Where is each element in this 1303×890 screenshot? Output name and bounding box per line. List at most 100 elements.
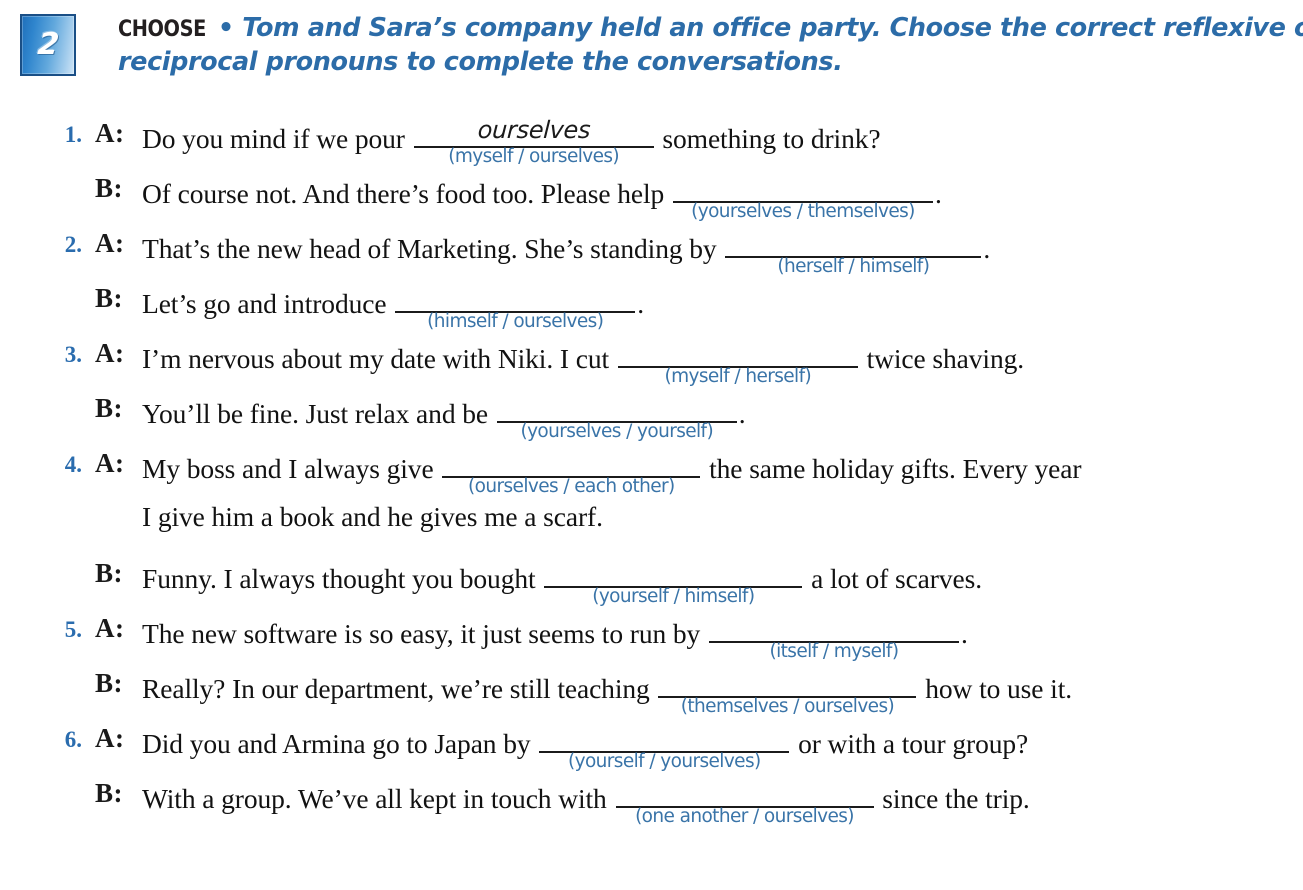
answer-blank[interactable]: (themselves / ourselves) — [658, 666, 917, 717]
answer-blank[interactable]: (himself / ourselves) — [395, 281, 636, 332]
exercise-number-box: 2 — [20, 14, 76, 76]
sentence-text-after: a lot of scarves. — [804, 563, 982, 594]
answer-options-hint: (yourselves / yourself) — [520, 421, 714, 442]
exercise-line: 2. A: That’s the new head of Marketing. Sh… — [0, 226, 1303, 281]
answer-options-hint: (ourselves / each other) — [468, 476, 675, 497]
speaker-label: B: — [95, 668, 123, 698]
instruction-text-1: Tom and Sara’s company held an office pa… — [242, 13, 1303, 43]
sentence: Do you mind if we pour ourselves (myself … — [142, 116, 881, 167]
answer-options-hint: (myself / ourselves) — [448, 146, 620, 167]
sentence-text-before: Really? In our department, we’re still t… — [142, 673, 657, 704]
answer-options-hint: (one another / ourselves) — [635, 806, 854, 827]
sentence: Of course not. And there’s food too. Ple… — [142, 171, 942, 222]
answer-options-hint: (itself / myself) — [769, 641, 899, 662]
item-number: 5. — [64, 617, 82, 642]
speaker-label: A: — [95, 723, 125, 753]
speaker-label: B: — [95, 393, 123, 423]
sentence-text-after: the same holiday gifts. Every year — [702, 453, 1082, 484]
sentence-text-before: I give him a book and he gives me a scar… — [142, 501, 603, 532]
answer-options-hint: (yourself / himself) — [592, 586, 755, 607]
sentence: That’s the new head of Marketing. She’s … — [142, 226, 991, 277]
speaker-label: B: — [95, 778, 123, 808]
sentence-text-after: . — [637, 288, 645, 319]
exercise-line: B: You’ll be fine. Just relax and be (you… — [0, 391, 1303, 446]
answer-blank[interactable]: (itself / myself) — [708, 611, 959, 662]
speaker-label: B: — [95, 173, 123, 203]
sentence: Let’s go and introduce (himself / oursel… — [142, 281, 645, 332]
answer-blank[interactable]: (yourself / himself) — [544, 556, 803, 607]
exercise-line: B: Of course not. And there’s food too. P… — [0, 171, 1303, 226]
speaker-label: A: — [95, 118, 125, 148]
speaker-label: A: — [95, 613, 125, 643]
bullet-separator: • — [217, 13, 234, 43]
answer-blank[interactable]: (one another / ourselves) — [615, 776, 874, 827]
sentence-text-before: Did you and Armina go to Japan by — [142, 728, 538, 759]
speaker-label: B: — [95, 283, 123, 313]
sentence-text-before: That’s the new head of Marketing. She’s … — [142, 233, 724, 264]
sentence-text-after: . — [960, 618, 968, 649]
sentence-text-before: Of course not. And there’s food too. Ple… — [142, 178, 671, 209]
sentence-text-before: The new software is so easy, it just see… — [142, 618, 707, 649]
instruction-line-2: reciprocal pronouns to complete the conv… — [118, 46, 843, 77]
sentence-text-after: since the trip. — [875, 783, 1030, 814]
sentence: With a group. We’ve all kept in touch wi… — [142, 776, 1030, 827]
sentence-text-after: or with a tour group? — [791, 728, 1029, 759]
exercise-line: 3. A: I’m nervous about my date with Niki.… — [0, 336, 1303, 391]
exercise-header: 2 CHOOSE • Tom and Sara’s company held an… — [0, 12, 1303, 80]
sentence-text-before: I’m nervous about my date with Niki. I c… — [142, 343, 616, 374]
answer-options-hint: (herself / himself) — [777, 256, 930, 277]
sentence-text-before: With a group. We’ve all kept in touch wi… — [142, 783, 614, 814]
sentence-text-after: . — [738, 398, 746, 429]
sentence-text-after: something to drink? — [655, 123, 881, 154]
instruction-block: CHOOSE • Tom and Sara’s company held an o… — [118, 12, 1303, 80]
item-number: 6. — [64, 727, 82, 752]
exercise-line: I give him a book and he gives me a scar… — [0, 501, 1303, 556]
exercise-line: B: Really? In our department, we’re still… — [0, 666, 1303, 721]
speaker-label: A: — [95, 338, 125, 368]
exercise-number: 2 — [35, 27, 61, 62]
answer-blank[interactable]: (herself / himself) — [725, 226, 982, 277]
answer-blank[interactable]: (myself / herself) — [617, 336, 858, 387]
speaker-label: A: — [95, 228, 125, 258]
answer-blank[interactable]: (yourselves / yourself) — [496, 391, 737, 442]
answer-blank[interactable]: (ourselves / each other) — [442, 446, 701, 497]
sentence: Funny. I always thought you bought (your… — [142, 556, 982, 607]
exercise-line: 1. A: Do you mind if we pour ourselves (mys… — [0, 116, 1303, 171]
item-number: 4. — [64, 452, 82, 477]
exercise-line: 5. A: The new software is so easy, it just… — [0, 611, 1303, 666]
sentence-text-after: how to use it. — [918, 673, 1073, 704]
sentence-text-after: twice shaving. — [859, 343, 1025, 374]
item-number: 1. — [64, 122, 82, 147]
answer-options-hint: (themselves / ourselves) — [680, 696, 895, 717]
instruction-line-1: CHOOSE • Tom and Sara’s company held an o… — [118, 12, 1303, 46]
item-number: 3. — [64, 342, 82, 367]
sentence: I give him a book and he gives me a scar… — [142, 501, 603, 533]
exercise-line: 6. A: Did you and Armina go to Japan by (y… — [0, 721, 1303, 776]
answer-options-hint: (yourselves / themselves) — [691, 201, 915, 222]
sentence-text-after: . — [934, 178, 942, 209]
sentence: The new software is so easy, it just see… — [142, 611, 968, 662]
sentence-text-before: Funny. I always thought you bought — [142, 563, 543, 594]
sentence-text-before: Let’s go and introduce — [142, 288, 394, 319]
speaker-label: B: — [95, 558, 123, 588]
speaker-label: A: — [95, 448, 125, 478]
answer-blank[interactable]: (yourself / yourselves) — [539, 721, 790, 772]
sentence-text-before: Do you mind if we pour — [142, 123, 412, 154]
answer-blank[interactable]: (yourselves / themselves) — [672, 171, 933, 222]
answer-blank[interactable]: ourselves (myself / ourselves) — [413, 116, 654, 167]
sentence-text-before: My boss and I always give — [142, 453, 441, 484]
exercise-items: 1. A: Do you mind if we pour ourselves (mys… — [0, 116, 1303, 831]
answer-options-hint: (yourself / yourselves) — [567, 751, 761, 772]
sentence: My boss and I always give (ourselves / e… — [142, 446, 1082, 497]
sentence: Really? In our department, we’re still t… — [142, 666, 1073, 717]
answer-options-hint: (himself / ourselves) — [427, 311, 604, 332]
sentence: Did you and Armina go to Japan by (yours… — [142, 721, 1029, 772]
item-number: 2. — [64, 232, 82, 257]
sentence-text-before: You’ll be fine. Just relax and be — [142, 398, 495, 429]
instruction-label: CHOOSE — [118, 17, 206, 42]
sentence-text-after: . — [983, 233, 991, 264]
exercise-line: 4. A: My boss and I always give (ourselves… — [0, 446, 1303, 501]
exercise-line: B: Funny. I always thought you bought (yo… — [0, 556, 1303, 611]
answer-options-hint: (myself / herself) — [664, 366, 812, 387]
sentence: I’m nervous about my date with Niki. I c… — [142, 336, 1025, 387]
